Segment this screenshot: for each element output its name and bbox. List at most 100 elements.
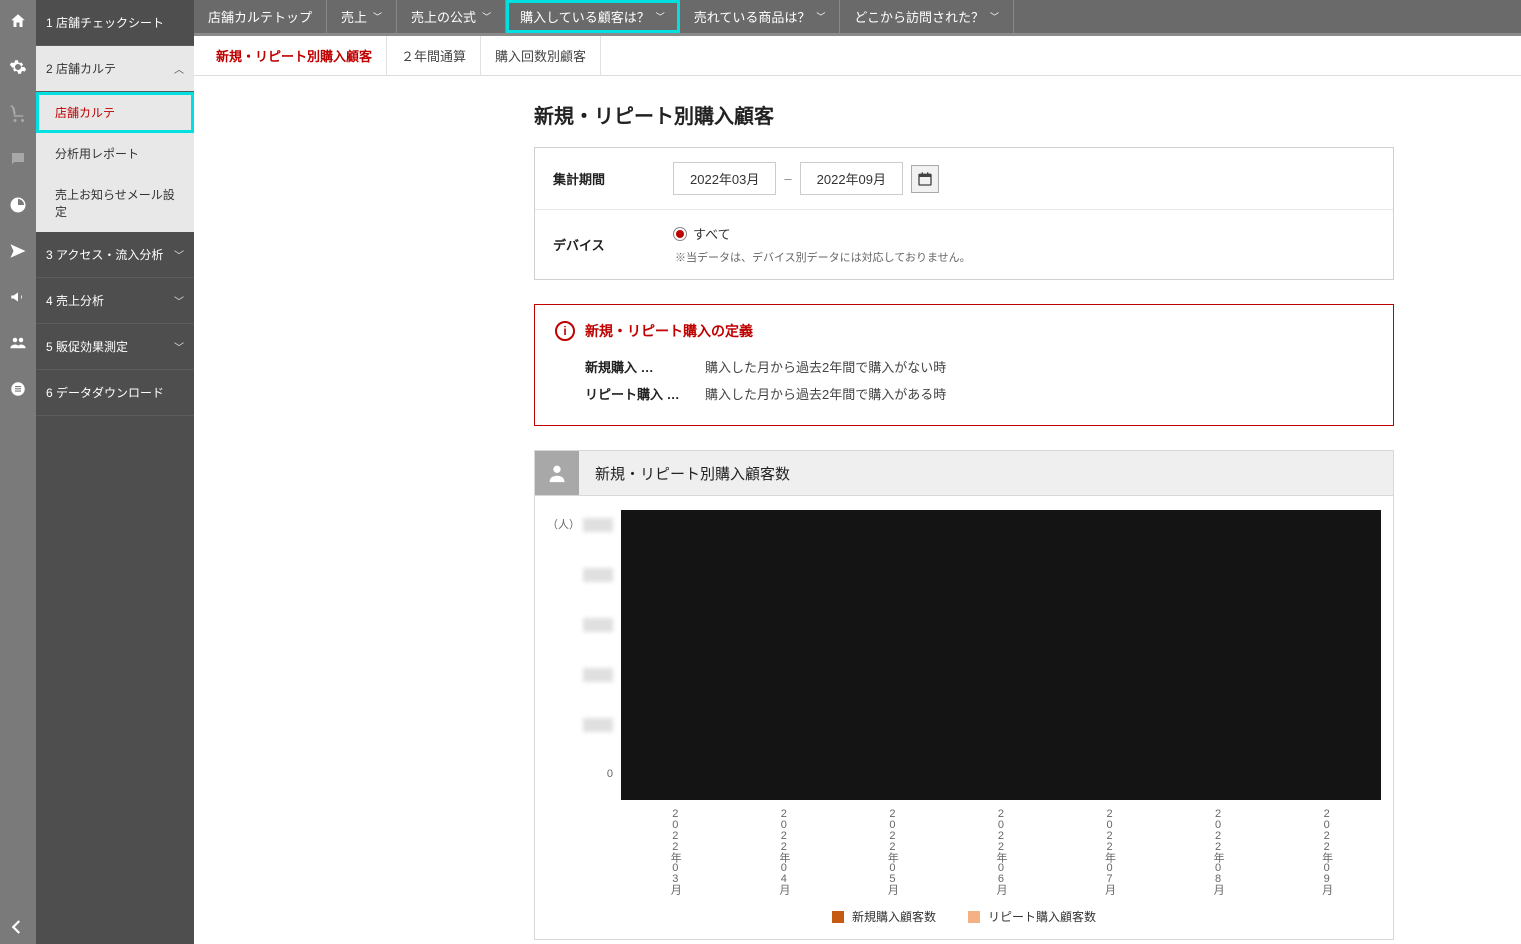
subtab-two-year[interactable]: ２年間通算: [387, 36, 481, 75]
sidebar-sub-mail[interactable]: 売上お知らせメール設定: [36, 174, 194, 232]
chart-plot-redacted: [621, 510, 1381, 800]
subtab-count[interactable]: 購入回数別顧客: [481, 36, 601, 75]
info-line: 新規購入 … 購入した月から過去2年間で購入がない時: [555, 353, 1373, 380]
pie-chart-icon[interactable]: [7, 194, 29, 216]
send-icon[interactable]: [7, 240, 29, 262]
topnav-item-customers[interactable]: 購入している顧客は？ ﹀: [506, 0, 680, 33]
legend-label: リピート購入顧客数: [988, 908, 1096, 925]
sidebar-item-label: 6 データダウンロード: [46, 384, 164, 401]
date-from[interactable]: 2022年03月: [673, 162, 776, 195]
calendar-button[interactable]: [911, 165, 939, 193]
chevron-up-icon: ︿: [174, 61, 184, 76]
users-icon[interactable]: [7, 332, 29, 354]
topnav-label: どこから訪問された？: [854, 7, 984, 26]
home-icon[interactable]: [7, 10, 29, 32]
content: 新規・リピート別購入顧客 集計期間 2022年03月 – 2022年09月: [194, 76, 1521, 944]
ytick-redacted: [583, 618, 613, 632]
sidebar-sub-label: 売上お知らせメール設定: [55, 188, 175, 219]
topnav-label: 店舗カルテトップ: [208, 7, 312, 26]
page-title: 新規・リピート別購入顧客: [534, 100, 1485, 129]
topnav-label: 売上: [341, 7, 367, 26]
ytick-redacted: [583, 718, 613, 732]
info-icon: i: [555, 321, 575, 341]
sidebar-sub-label: 店舗カルテ: [55, 106, 115, 120]
device-label: デバイス: [553, 235, 673, 254]
xtick: 2022年05月: [884, 808, 900, 894]
megaphone-icon[interactable]: [7, 286, 29, 308]
cart-icon[interactable]: [7, 102, 29, 124]
sidebar-sub-karte[interactable]: 店舗カルテ: [36, 92, 194, 133]
subtab-label: 新規・リピート別購入顧客: [216, 46, 372, 65]
topnav: 店舗カルテトップ 売上 ﹀ 売上の公式 ﹀ 購入している顧客は？ ﹀ 売れている…: [194, 0, 1521, 36]
sidebar-item-promo[interactable]: 5 販促効果測定 ﹀: [36, 324, 194, 370]
period-label: 集計期間: [553, 169, 673, 188]
xtick: 2022年06月: [993, 808, 1009, 894]
xtick: 2022年03月: [667, 808, 683, 894]
back-icon[interactable]: [8, 918, 26, 936]
topnav-item-sales[interactable]: 売上 ﹀: [327, 0, 397, 33]
legend-item-new: 新規購入顧客数: [832, 908, 936, 925]
gear-icon[interactable]: [7, 56, 29, 78]
sidebar-item-label: 4 売上分析: [46, 292, 104, 309]
chart-header: 新規・リピート別購入顧客数: [534, 450, 1394, 496]
chevron-down-icon: ﹀: [174, 247, 184, 262]
topnav-label: 売上の公式: [411, 7, 476, 26]
topnav-item-products[interactable]: 売れている商品は？ ﹀: [680, 0, 841, 33]
subtab-new-repeat[interactable]: 新規・リピート別購入顧客: [202, 36, 387, 75]
info-title-row: i 新規・リピート購入の定義: [555, 321, 1373, 341]
xtick: 2022年08月: [1210, 808, 1226, 894]
sidebar-item-download[interactable]: 6 データダウンロード: [36, 370, 194, 416]
subtab-label: ２年間通算: [401, 46, 466, 65]
sidebar-item-sales[interactable]: 4 売上分析 ﹀: [36, 278, 194, 324]
chart-yaxis: 0: [547, 510, 621, 800]
chart-title: 新規・リピート別購入顧客数: [595, 453, 790, 494]
sidebar-sub-label: 分析用レポート: [55, 147, 139, 161]
sidebar-item-label: 3 アクセス・流入分析: [46, 246, 163, 263]
legend-swatch: [968, 911, 980, 923]
date-to[interactable]: 2022年09月: [800, 162, 903, 195]
sidebar: 1 店舗チェックシート 2 店舗カルテ ︿ 店舗カルテ 分析用レポート 売上お知…: [36, 0, 194, 944]
xtick: 2022年04月: [776, 808, 792, 894]
sidebar-item-karte[interactable]: 2 店舗カルテ ︿: [36, 46, 194, 92]
chevron-down-icon: ﹀: [482, 10, 491, 23]
legend-swatch: [832, 911, 844, 923]
device-value: すべて: [693, 224, 731, 243]
ytick-redacted: [583, 668, 613, 682]
icon-rail: [0, 0, 36, 944]
legend-item-repeat: リピート購入顧客数: [968, 908, 1096, 925]
topnav-item-formula[interactable]: 売上の公式 ﹀: [397, 0, 506, 33]
info-key: 新規購入 …: [585, 357, 695, 376]
list-icon[interactable]: [7, 378, 29, 400]
topnav-item-visits[interactable]: どこから訪問された？ ﹀: [840, 0, 1014, 33]
filter-row-device: デバイス すべて ※当データは、デバイス別データには対応しておりません。: [535, 210, 1393, 279]
topnav-label: 売れている商品は？: [694, 7, 811, 26]
date-dash: –: [784, 171, 791, 186]
subtabs: 新規・リピート別購入顧客 ２年間通算 購入回数別顧客: [194, 36, 1521, 76]
filter-row-period: 集計期間 2022年03月 – 2022年09月: [535, 148, 1393, 210]
chevron-down-icon: ﹀: [816, 10, 825, 23]
sidebar-item-checksheet[interactable]: 1 店舗チェックシート: [36, 0, 194, 46]
xtick: 2022年07月: [1102, 808, 1118, 894]
topnav-item-top[interactable]: 店舗カルテトップ: [194, 0, 327, 33]
info-val: 購入した月から過去2年間で購入がない時: [705, 357, 946, 376]
ytick-zero: 0: [583, 768, 613, 782]
sidebar-sub-report[interactable]: 分析用レポート: [36, 133, 194, 174]
chart-y-unit: （人）: [547, 516, 580, 532]
device-note: ※当データは、デバイス別データには対応しておりません。: [675, 249, 1375, 265]
xtick: 2022年09月: [1319, 808, 1335, 894]
legend-label: 新規購入顧客数: [852, 908, 936, 925]
chart-body: （人） 0 2022年03月 2022年04月: [534, 496, 1394, 940]
chevron-down-icon: ﹀: [990, 10, 999, 23]
radio-icon: [673, 227, 687, 241]
info-line: リピート購入 … 購入した月から過去2年間で購入がある時: [555, 380, 1373, 407]
chevron-down-icon: ﹀: [174, 293, 184, 308]
sidebar-item-label: 1 店舗チェックシート: [46, 14, 164, 31]
info-title: 新規・リピート購入の定義: [585, 321, 753, 341]
main: 店舗カルテトップ 売上 ﹀ 売上の公式 ﹀ 購入している顧客は？ ﹀ 売れている…: [194, 0, 1521, 944]
comment-icon[interactable]: [7, 148, 29, 170]
info-box: i 新規・リピート購入の定義 新規購入 … 購入した月から過去2年間で購入がない…: [534, 304, 1394, 426]
chart-legend: 新規購入顧客数 リピート購入顧客数: [547, 894, 1381, 929]
sidebar-item-access[interactable]: 3 アクセス・流入分析 ﹀: [36, 232, 194, 278]
device-radio-all[interactable]: すべて: [673, 224, 1375, 243]
chart-area: （人） 0: [547, 510, 1381, 800]
